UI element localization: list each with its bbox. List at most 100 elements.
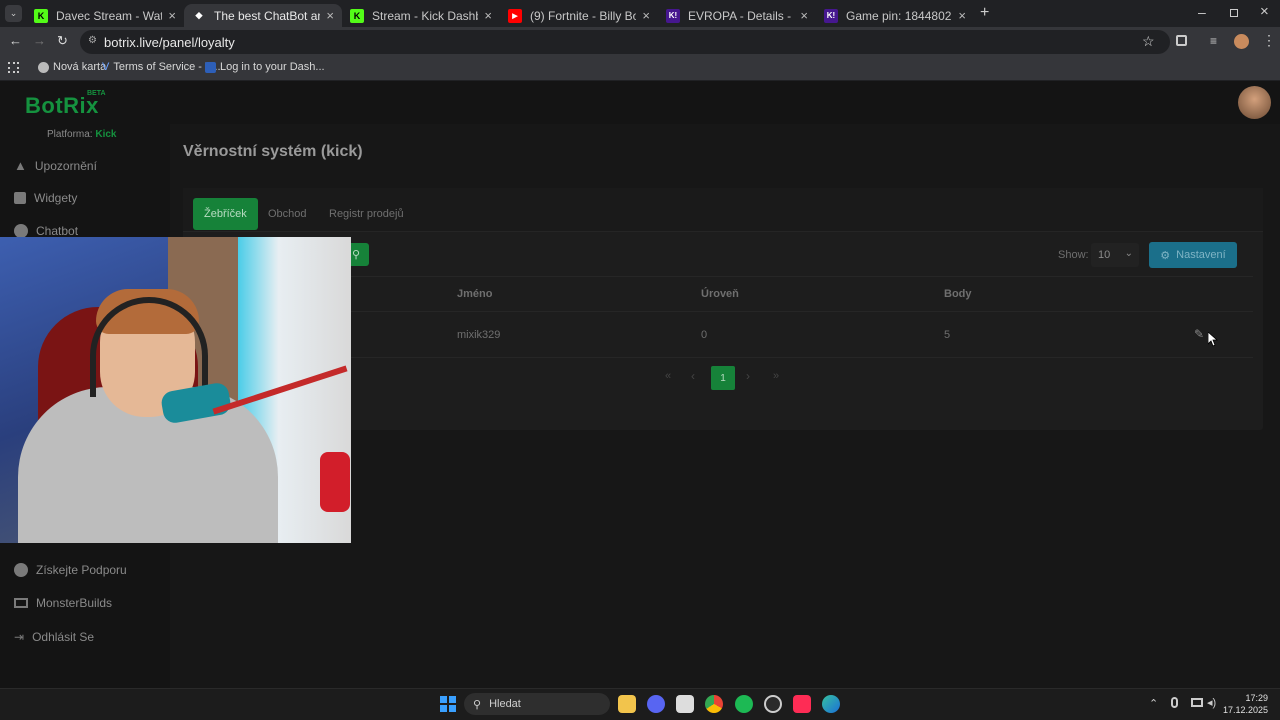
last-page-button[interactable]: » — [773, 370, 779, 382]
discord-icon[interactable] — [647, 695, 665, 713]
microphone-icon[interactable] — [1171, 697, 1178, 708]
bookmark[interactable]: V Terms of Service - V... — [102, 61, 221, 73]
forward-icon[interactable]: → — [33, 33, 46, 48]
prev-page-button[interactable]: ‹ — [691, 369, 695, 383]
first-page-button[interactable]: « — [665, 370, 671, 382]
page-size-value: 10 — [1098, 249, 1111, 261]
bookmarks-bar: Nová karta V Terms of Service - V... Log… — [0, 57, 1280, 81]
tray-chevron-up-icon[interactable]: ⌃ — [1149, 697, 1158, 710]
app-icon[interactable] — [676, 695, 694, 713]
profile-avatar-icon[interactable] — [1234, 34, 1249, 49]
spotify-icon[interactable] — [735, 695, 753, 713]
windows-tile — [449, 696, 456, 703]
current-page-button[interactable]: 1 — [711, 366, 735, 390]
chrome-icon[interactable] — [705, 695, 723, 713]
sidebar-item-chatbot[interactable]: Chatbot — [14, 224, 78, 238]
reload-icon[interactable]: ↻ — [57, 33, 68, 49]
bookmark-star-icon[interactable]: ☆ — [1142, 33, 1155, 50]
kahoot-icon: K! — [824, 8, 838, 23]
browser-tab[interactable]: K Stream - Kick Dashboard × — [342, 4, 500, 27]
valorant-icon: V — [102, 61, 110, 73]
site-icon — [205, 61, 216, 73]
cell-name: mixik329 — [457, 329, 501, 341]
platform-value: Kick — [95, 129, 117, 140]
next-page-button[interactable]: › — [746, 369, 750, 383]
close-icon[interactable]: × — [326, 8, 334, 23]
edge-icon[interactable] — [822, 695, 840, 713]
browser-tab[interactable]: ▶ (9) Fortnite - Billy Bounce Emot × — [500, 4, 658, 27]
column-header-level: Úroveň — [701, 288, 739, 300]
sidebar-item-upozorneni[interactable]: ▲ Upozornění — [14, 158, 97, 173]
maximize-icon[interactable] — [1230, 9, 1238, 17]
sidebar-item-support[interactable]: Získejte Podporu — [14, 563, 127, 577]
address-bar[interactable]: ⚙ botrix.live/panel/loyalty — [80, 30, 1170, 54]
table-header-divider — [193, 276, 1253, 277]
windows-tile — [449, 705, 456, 712]
back-icon[interactable]: ← — [9, 33, 22, 48]
browser-tab[interactable]: K Davec Stream - Watch Live on K × — [26, 4, 184, 27]
search-icon: ⚲ — [473, 698, 482, 711]
taskbar-search-input[interactable]: ⚲ Hledat — [464, 693, 610, 715]
extensions-icon[interactable] — [1176, 35, 1187, 46]
close-icon[interactable]: × — [958, 8, 966, 23]
network-icon[interactable] — [1191, 698, 1203, 707]
close-icon[interactable]: × — [800, 8, 808, 23]
close-icon[interactable]: × — [484, 8, 492, 23]
menu-icon[interactable]: ⋮ — [1262, 32, 1276, 49]
close-window-icon[interactable]: × — [1260, 3, 1269, 20]
volume-icon[interactable]: ◂) — [1207, 696, 1216, 709]
sidebar-item-widgety[interactable]: Widgety — [14, 191, 77, 205]
steam-icon[interactable] — [764, 695, 782, 713]
youtube-icon: ▶ — [508, 8, 522, 23]
tab-title: EVROPA - Details - Kahoot! — [688, 8, 794, 23]
clock-time[interactable]: 17:29 — [1232, 693, 1268, 703]
kick-icon: K — [34, 8, 48, 23]
platform-label: Platforma: — [47, 129, 93, 140]
tiktok-icon[interactable] — [793, 695, 811, 713]
browser-tab[interactable]: K! Game pin: 1844802 - Waiting fo × — [816, 4, 974, 27]
apps-grid-icon[interactable] — [8, 62, 19, 73]
file-explorer-icon[interactable] — [618, 695, 636, 713]
page-size-select[interactable]: 10 ⌄ — [1091, 243, 1139, 267]
sidebar-item-monsterbuilds[interactable]: MonsterBuilds — [14, 596, 112, 610]
tab-leaderboard[interactable]: Žebříček — [193, 198, 258, 230]
close-icon[interactable]: × — [642, 8, 650, 23]
bookmark[interactable]: Log in to your Dash... — [205, 61, 325, 73]
windows-start-icon[interactable] — [440, 696, 456, 712]
sidebar-item-label: Chatbot — [36, 224, 79, 238]
table-row-divider — [193, 357, 1253, 358]
media-control-icon[interactable]: ≡ — [1210, 34, 1217, 48]
minimize-icon[interactable]: – — [1198, 4, 1206, 20]
tab-shop[interactable]: Obchod — [257, 198, 318, 230]
webcam-overlay — [0, 237, 351, 543]
sidebar-item-label: Widgety — [34, 191, 78, 205]
kahoot-icon: K! — [666, 8, 680, 23]
tab-search-button[interactable]: ⌄ — [5, 5, 22, 22]
tab-title: The best ChatBot and Widgets — [214, 8, 320, 23]
warning-icon: ▲ — [14, 158, 27, 173]
new-tab-icon[interactable]: + — [980, 4, 989, 22]
widget-icon — [14, 192, 26, 204]
close-icon[interactable]: × — [168, 8, 176, 23]
site-info-icon[interactable]: ⚙ — [88, 35, 98, 47]
chevron-down-icon: ⌄ — [1124, 248, 1133, 259]
bookmark[interactable]: Nová karta — [38, 61, 106, 73]
sidebar-item-logout[interactable]: ⇥ Odhlásit Se — [14, 630, 94, 644]
tab-sales-register[interactable]: Registr prodejů — [318, 198, 415, 230]
logout-icon: ⇥ — [14, 630, 25, 644]
laptop-icon — [14, 598, 28, 608]
url-text: botrix.live/panel/loyalty — [104, 34, 235, 50]
cell-points: 5 — [944, 329, 951, 341]
settings-button[interactable]: ⚙ Nastavení — [1149, 242, 1237, 268]
browser-tab-active[interactable]: ◆ The best ChatBot and Widgets × — [184, 4, 342, 27]
windows-tile — [440, 705, 447, 712]
kick-icon: K — [350, 8, 364, 23]
clock-date[interactable]: 17.12.2025 — [1222, 705, 1268, 715]
user-avatar[interactable] — [1238, 86, 1271, 119]
sidebar-item-label: Získejte Podporu — [36, 563, 127, 577]
edit-pencil-icon[interactable]: ✎ — [1194, 327, 1204, 341]
browser-tab-bar: ⌄ K Davec Stream - Watch Live on K × ◆ T… — [0, 0, 1280, 27]
column-header-name: Jméno — [457, 288, 493, 300]
show-label: Show: — [1058, 249, 1089, 261]
browser-tab[interactable]: K! EVROPA - Details - Kahoot! × — [658, 4, 816, 27]
